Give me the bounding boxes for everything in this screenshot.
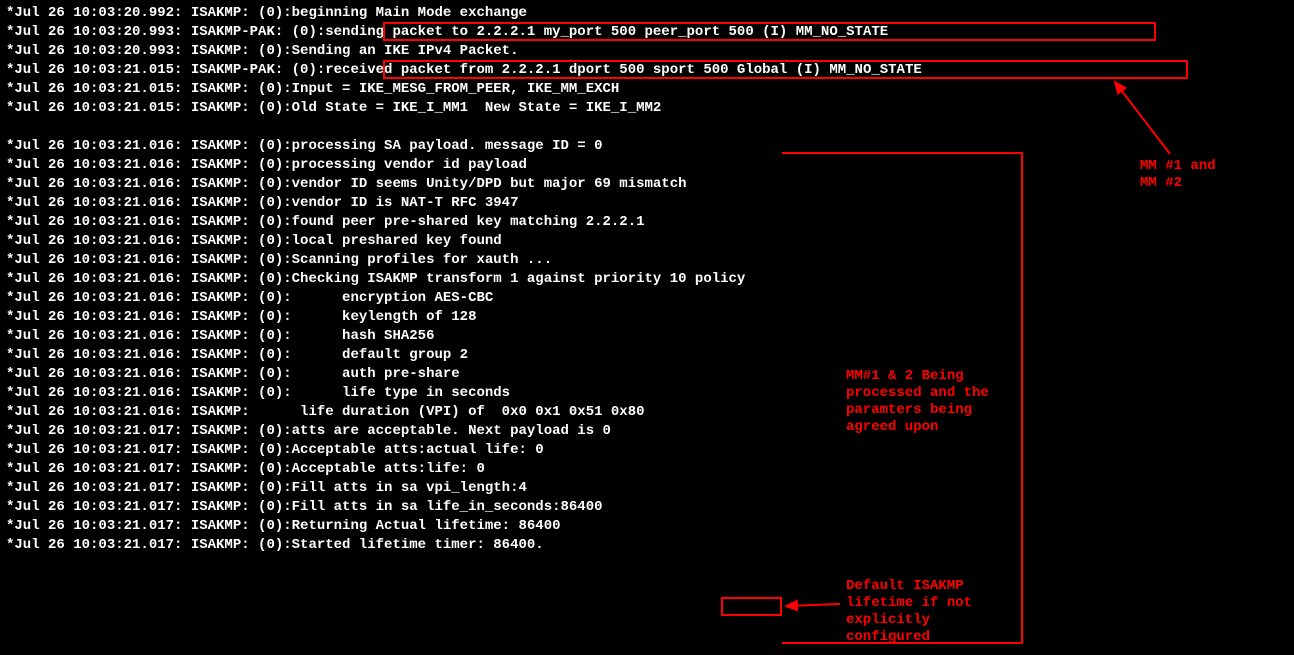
log-line: *Jul 26 10:03:21.016: ISAKMP: (0):vendor… [6, 175, 1288, 194]
log-line: *Jul 26 10:03:21.017: ISAKMP: (0):Return… [6, 517, 1288, 536]
log-line: *Jul 26 10:03:21.015: ISAKMP: (0):Input … [6, 80, 1288, 99]
annotation-mm1-mm2: MM #1 and MM #2 [1140, 158, 1216, 192]
highlight-box-lifetime-value [721, 597, 782, 616]
debug-log-output: *Jul 26 10:03:20.992: ISAKMP: (0):beginn… [6, 4, 1288, 555]
log-line: *Jul 26 10:03:20.993: ISAKMP: (0):Sendin… [6, 42, 1288, 61]
log-line: *Jul 26 10:03:20.992: ISAKMP: (0):beginn… [6, 4, 1288, 23]
log-line: *Jul 26 10:03:21.016: ISAKMP: (0):proces… [6, 156, 1288, 175]
log-line: *Jul 26 10:03:21.017: ISAKMP: (0):Accept… [6, 441, 1288, 460]
log-line: *Jul 26 10:03:21.017: ISAKMP: (0):Fill a… [6, 498, 1288, 517]
log-line: *Jul 26 10:03:21.016: ISAKMP: life durat… [6, 403, 1288, 422]
log-line: *Jul 26 10:03:21.016: ISAKMP: (0): life … [6, 384, 1288, 403]
log-line: *Jul 26 10:03:21.016: ISAKMP: (0): keyle… [6, 308, 1288, 327]
log-line: *Jul 26 10:03:21.017: ISAKMP: (0):Accept… [6, 460, 1288, 479]
log-line: *Jul 26 10:03:21.016: ISAKMP: (0):Checki… [6, 270, 1288, 289]
log-line: *Jul 26 10:03:21.015: ISAKMP-PAK: (0):re… [6, 61, 1288, 80]
log-line: *Jul 26 10:03:21.016: ISAKMP: (0): encry… [6, 289, 1288, 308]
log-line: *Jul 26 10:03:21.017: ISAKMP: (0):Fill a… [6, 479, 1288, 498]
annotation-lifetime: Default ISAKMP lifetime if not explicitl… [846, 578, 972, 646]
log-line: *Jul 26 10:03:21.015: ISAKMP: (0):Old St… [6, 99, 1288, 118]
annotation-processed: MM#1 & 2 Being processed and the paramte… [846, 368, 989, 436]
log-line: *Jul 26 10:03:21.016: ISAKMP: (0): hash … [6, 327, 1288, 346]
log-line: *Jul 26 10:03:21.016: ISAKMP: (0):found … [6, 213, 1288, 232]
log-line: *Jul 26 10:03:21.016: ISAKMP: (0):Scanni… [6, 251, 1288, 270]
log-line: *Jul 26 10:03:21.016: ISAKMP: (0):vendor… [6, 194, 1288, 213]
log-line: *Jul 26 10:03:21.016: ISAKMP: (0):local … [6, 232, 1288, 251]
log-line: *Jul 26 10:03:21.016: ISAKMP: (0): defau… [6, 346, 1288, 365]
log-line: *Jul 26 10:03:21.016: ISAKMP: (0):proces… [6, 137, 1288, 156]
log-line: *Jul 26 10:03:20.993: ISAKMP-PAK: (0):se… [6, 23, 1288, 42]
log-line: *Jul 26 10:03:21.017: ISAKMP: (0):atts a… [6, 422, 1288, 441]
log-line: *Jul 26 10:03:21.016: ISAKMP: (0): auth … [6, 365, 1288, 384]
log-line: *Jul 26 10:03:21.017: ISAKMP: (0):Starte… [6, 536, 1288, 555]
